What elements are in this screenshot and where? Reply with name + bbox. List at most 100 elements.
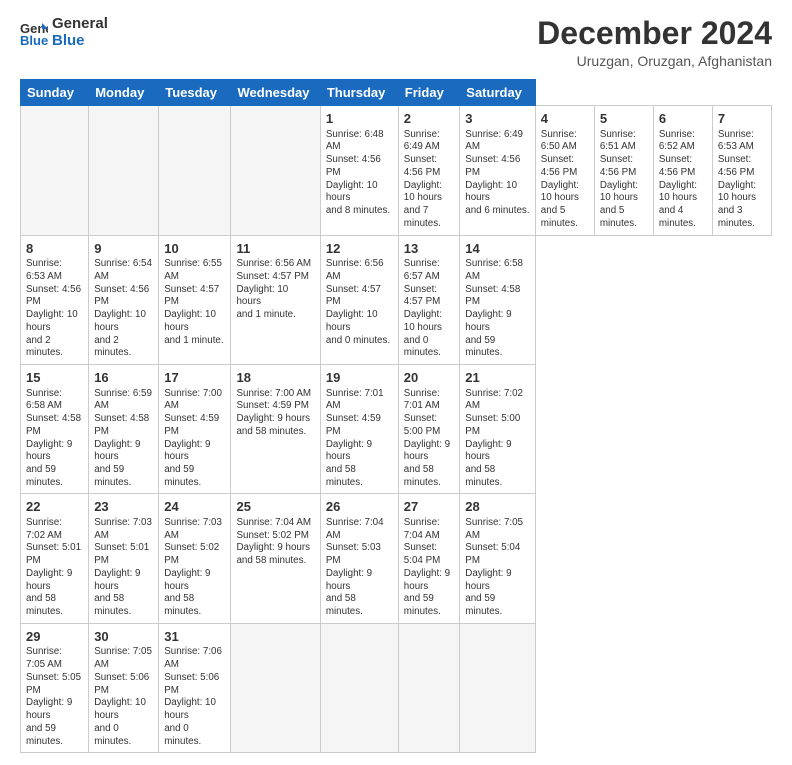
calendar-cell: 22Sunrise: 7:02 AMSunset: 5:01 PMDayligh… — [21, 494, 89, 623]
page: General Blue General Blue December 2024 … — [0, 0, 792, 765]
day-info: Sunrise: 6:56 AMSunset: 4:57 PMDaylight:… — [236, 258, 314, 322]
day-number: 11 — [236, 240, 314, 258]
col-tuesday: Tuesday — [159, 80, 231, 106]
day-info: Sunrise: 7:03 AMSunset: 5:02 PMDaylight:… — [164, 517, 225, 619]
logo: General Blue General Blue — [20, 16, 108, 49]
day-number: 9 — [94, 240, 153, 258]
day-info: Sunrise: 7:05 AMSunset: 5:06 PMDaylight:… — [94, 646, 153, 748]
day-info: Sunrise: 7:04 AMSunset: 5:03 PMDaylight:… — [326, 517, 393, 619]
day-number: 14 — [465, 240, 530, 258]
calendar-cell: 29Sunrise: 7:05 AMSunset: 5:05 PMDayligh… — [21, 623, 89, 752]
calendar-cell — [398, 623, 459, 752]
day-info: Sunrise: 7:02 AMSunset: 5:01 PMDaylight:… — [26, 517, 83, 619]
calendar-cell: 26Sunrise: 7:04 AMSunset: 5:03 PMDayligh… — [320, 494, 398, 623]
calendar-week-row: 8Sunrise: 6:53 AMSunset: 4:56 PMDaylight… — [21, 235, 772, 364]
calendar-cell — [89, 106, 159, 235]
calendar-cell: 19Sunrise: 7:01 AMSunset: 4:59 PMDayligh… — [320, 365, 398, 494]
calendar-cell: 27Sunrise: 7:04 AMSunset: 5:04 PMDayligh… — [398, 494, 459, 623]
day-number: 19 — [326, 369, 393, 387]
calendar-cell: 1Sunrise: 6:48 AMSunset: 4:56 PMDaylight… — [320, 106, 398, 235]
day-info: Sunrise: 7:05 AMSunset: 5:04 PMDaylight:… — [465, 517, 530, 619]
calendar-cell: 23Sunrise: 7:03 AMSunset: 5:01 PMDayligh… — [89, 494, 159, 623]
day-info: Sunrise: 6:53 AMSunset: 4:56 PMDaylight:… — [718, 129, 766, 231]
col-thursday: Thursday — [320, 80, 398, 106]
calendar-cell: 17Sunrise: 7:00 AMSunset: 4:59 PMDayligh… — [159, 365, 231, 494]
calendar-cell: 18Sunrise: 7:00 AMSunset: 4:59 PMDayligh… — [231, 365, 320, 494]
day-info: Sunrise: 7:02 AMSunset: 5:00 PMDaylight:… — [465, 388, 530, 490]
calendar-cell: 14Sunrise: 6:58 AMSunset: 4:58 PMDayligh… — [460, 235, 536, 364]
day-info: Sunrise: 7:06 AMSunset: 5:06 PMDaylight:… — [164, 646, 225, 748]
day-number: 20 — [404, 369, 454, 387]
day-number: 5 — [600, 110, 648, 128]
calendar-week-row: 15Sunrise: 6:58 AMSunset: 4:58 PMDayligh… — [21, 365, 772, 494]
day-info: Sunrise: 6:56 AMSunset: 4:57 PMDaylight:… — [326, 258, 393, 347]
calendar-cell: 4Sunrise: 6:50 AMSunset: 4:56 PMDaylight… — [535, 106, 594, 235]
calendar-cell: 9Sunrise: 6:54 AMSunset: 4:56 PMDaylight… — [89, 235, 159, 364]
day-number: 10 — [164, 240, 225, 258]
calendar-cell: 7Sunrise: 6:53 AMSunset: 4:56 PMDaylight… — [712, 106, 771, 235]
calendar-cell: 24Sunrise: 7:03 AMSunset: 5:02 PMDayligh… — [159, 494, 231, 623]
day-number: 28 — [465, 498, 530, 516]
calendar-table: Sunday Monday Tuesday Wednesday Thursday… — [20, 79, 772, 753]
calendar-week-row: 22Sunrise: 7:02 AMSunset: 5:01 PMDayligh… — [21, 494, 772, 623]
calendar-cell — [460, 623, 536, 752]
day-info: Sunrise: 7:05 AMSunset: 5:05 PMDaylight:… — [26, 646, 83, 748]
day-info: Sunrise: 6:58 AMSunset: 4:58 PMDaylight:… — [465, 258, 530, 360]
day-number: 12 — [326, 240, 393, 258]
calendar-cell: 11Sunrise: 6:56 AMSunset: 4:57 PMDayligh… — [231, 235, 320, 364]
logo-icon: General Blue — [20, 19, 48, 47]
logo-line2: Blue — [52, 33, 108, 50]
day-number: 6 — [659, 110, 707, 128]
day-info: Sunrise: 6:49 AMSunset: 4:56 PMDaylight:… — [465, 129, 530, 218]
day-info: Sunrise: 7:01 AMSunset: 4:59 PMDaylight:… — [326, 388, 393, 490]
calendar-cell: 21Sunrise: 7:02 AMSunset: 5:00 PMDayligh… — [460, 365, 536, 494]
day-info: Sunrise: 6:57 AMSunset: 4:57 PMDaylight:… — [404, 258, 454, 360]
title-block: December 2024 Uruzgan, Oruzgan, Afghanis… — [537, 16, 772, 69]
svg-text:Blue: Blue — [20, 33, 48, 47]
day-info: Sunrise: 7:03 AMSunset: 5:01 PMDaylight:… — [94, 517, 153, 619]
day-number: 4 — [541, 110, 589, 128]
calendar-cell — [21, 106, 89, 235]
col-monday: Monday — [89, 80, 159, 106]
calendar-cell: 16Sunrise: 6:59 AMSunset: 4:58 PMDayligh… — [89, 365, 159, 494]
day-number: 15 — [26, 369, 83, 387]
day-number: 23 — [94, 498, 153, 516]
day-info: Sunrise: 6:55 AMSunset: 4:57 PMDaylight:… — [164, 258, 225, 347]
day-number: 16 — [94, 369, 153, 387]
logo-line1: General — [52, 16, 108, 33]
calendar-cell: 2Sunrise: 6:49 AMSunset: 4:56 PMDaylight… — [398, 106, 459, 235]
day-number: 30 — [94, 628, 153, 646]
col-wednesday: Wednesday — [231, 80, 320, 106]
calendar-cell: 20Sunrise: 7:01 AMSunset: 5:00 PMDayligh… — [398, 365, 459, 494]
day-info: Sunrise: 6:53 AMSunset: 4:56 PMDaylight:… — [26, 258, 83, 360]
day-number: 8 — [26, 240, 83, 258]
day-number: 27 — [404, 498, 454, 516]
day-number: 29 — [26, 628, 83, 646]
day-number: 26 — [326, 498, 393, 516]
day-info: Sunrise: 7:04 AMSunset: 5:04 PMDaylight:… — [404, 517, 454, 619]
day-number: 13 — [404, 240, 454, 258]
day-info: Sunrise: 6:51 AMSunset: 4:56 PMDaylight:… — [600, 129, 648, 231]
month-title: December 2024 — [537, 16, 772, 51]
day-number: 21 — [465, 369, 530, 387]
calendar-cell: 5Sunrise: 6:51 AMSunset: 4:56 PMDaylight… — [594, 106, 653, 235]
col-saturday: Saturday — [460, 80, 536, 106]
calendar-cell: 15Sunrise: 6:58 AMSunset: 4:58 PMDayligh… — [21, 365, 89, 494]
day-info: Sunrise: 7:04 AMSunset: 5:02 PMDaylight:… — [236, 517, 314, 568]
day-info: Sunrise: 7:00 AMSunset: 4:59 PMDaylight:… — [164, 388, 225, 490]
day-number: 17 — [164, 369, 225, 387]
calendar-cell: 6Sunrise: 6:52 AMSunset: 4:56 PMDaylight… — [653, 106, 712, 235]
calendar-cell — [231, 106, 320, 235]
col-sunday: Sunday — [21, 80, 89, 106]
calendar-cell: 31Sunrise: 7:06 AMSunset: 5:06 PMDayligh… — [159, 623, 231, 752]
day-number: 2 — [404, 110, 454, 128]
day-info: Sunrise: 6:54 AMSunset: 4:56 PMDaylight:… — [94, 258, 153, 360]
location-subtitle: Uruzgan, Oruzgan, Afghanistan — [537, 53, 772, 69]
day-info: Sunrise: 6:59 AMSunset: 4:58 PMDaylight:… — [94, 388, 153, 490]
calendar-header-row: Sunday Monday Tuesday Wednesday Thursday… — [21, 80, 772, 106]
calendar-cell: 28Sunrise: 7:05 AMSunset: 5:04 PMDayligh… — [460, 494, 536, 623]
day-number: 7 — [718, 110, 766, 128]
calendar-cell: 25Sunrise: 7:04 AMSunset: 5:02 PMDayligh… — [231, 494, 320, 623]
calendar-cell: 30Sunrise: 7:05 AMSunset: 5:06 PMDayligh… — [89, 623, 159, 752]
day-info: Sunrise: 7:01 AMSunset: 5:00 PMDaylight:… — [404, 388, 454, 490]
